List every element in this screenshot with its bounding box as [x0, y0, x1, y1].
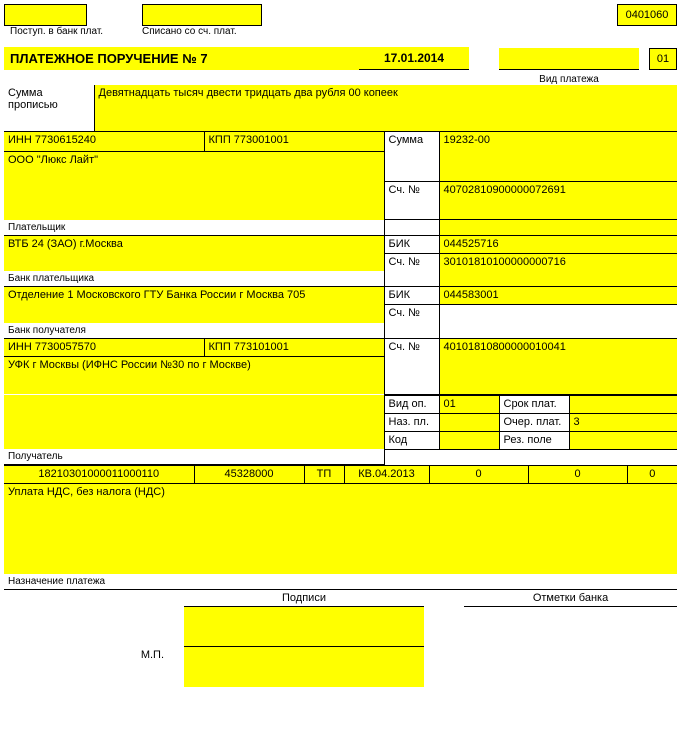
tax-tp: ТП	[304, 466, 344, 484]
sum-label: Сумма	[384, 132, 439, 152]
tax-kbk: 18210301000011000110	[4, 466, 194, 484]
bank-marks-label: Отметки банка	[464, 590, 677, 607]
payment-type-label: Вид платежа	[499, 74, 639, 85]
payer-name: ООО "Люкс Лайт"	[4, 152, 384, 220]
purpose-label: Назначение платежа	[4, 574, 677, 590]
recv-bank: Отделение 1 Московского ГТУ Банка России…	[4, 287, 384, 323]
rez-label: Рез. поле	[499, 431, 569, 449]
payer-inn: ИНН 7730615240	[4, 132, 204, 152]
recv-name: УФК г Москвы (ИФНС России №30 по г Москв…	[4, 356, 384, 394]
payer-bik: 044525716	[439, 235, 677, 253]
tax-z3: 0	[627, 466, 677, 484]
recv-inn: ИНН 7730057570	[4, 338, 204, 356]
written-off-label: Списано со сч. плат.	[142, 26, 262, 37]
nazpl-label: Наз. пл.	[384, 413, 439, 431]
sum-words-label: Сумма прописью	[4, 85, 94, 131]
recv-bik-label: БИК	[384, 287, 439, 305]
vidop-value: 01	[439, 395, 499, 413]
ocher-label: Очер. плат.	[499, 413, 569, 431]
recv-acct-label: Сч. №	[384, 338, 439, 356]
mp-label: М.П.	[4, 647, 184, 687]
recv-bank-acct-label: Сч. №	[384, 305, 439, 323]
form-code: 0401060	[617, 4, 677, 26]
code-01: 01	[649, 48, 677, 70]
written-off-box	[142, 4, 262, 26]
srok-label: Срок плат.	[499, 395, 569, 413]
payer-bank-acct-label: Сч. №	[384, 253, 439, 271]
vidop-label: Вид оп.	[384, 395, 439, 413]
payer-bank: ВТБ 24 (ЗАО) г.Москва	[4, 235, 384, 271]
sum-value: 19232-00	[439, 132, 677, 152]
payer-bank-label: Банк плательщика	[4, 271, 384, 287]
signatures-label: Подписи	[184, 590, 424, 607]
kod-label: Код	[384, 431, 439, 449]
ocher-value: 3	[569, 413, 677, 431]
payer-bank-acct: 30101810100000000716	[439, 253, 677, 271]
sum-words: Девятнадцать тысяч двести тридцать два р…	[94, 85, 677, 131]
recv-bik: 044583001	[439, 287, 677, 305]
recv-kpp: КПП 773101001	[204, 338, 384, 356]
doc-title: ПЛАТЕЖНОЕ ПОРУЧЕНИЕ № 7	[4, 47, 359, 70]
tax-period: КВ.04.2013	[344, 466, 429, 484]
payer-kpp: КПП 773001001	[204, 132, 384, 152]
tax-okato: 45328000	[194, 466, 304, 484]
purpose-text: Уплата НДС, без налога (НДС)	[4, 484, 677, 574]
doc-date: 17.01.2014	[359, 47, 469, 70]
payer-acct: 40702810900000072691	[439, 182, 677, 220]
payer-bik-label: БИК	[384, 235, 439, 253]
tax-z2: 0	[528, 466, 627, 484]
received-label: Поступ. в банк плат.	[4, 26, 142, 37]
recv-acct: 40101810800000010041	[439, 338, 677, 356]
payer-label: Плательщик	[4, 220, 384, 236]
recv-bank-label: Банк получателя	[4, 323, 384, 339]
payment-type-box	[499, 48, 639, 70]
received-box	[4, 4, 87, 26]
recv-label: Получатель	[4, 449, 384, 465]
tax-z1: 0	[429, 466, 528, 484]
payer-acct-label: Сч. №	[384, 182, 439, 220]
